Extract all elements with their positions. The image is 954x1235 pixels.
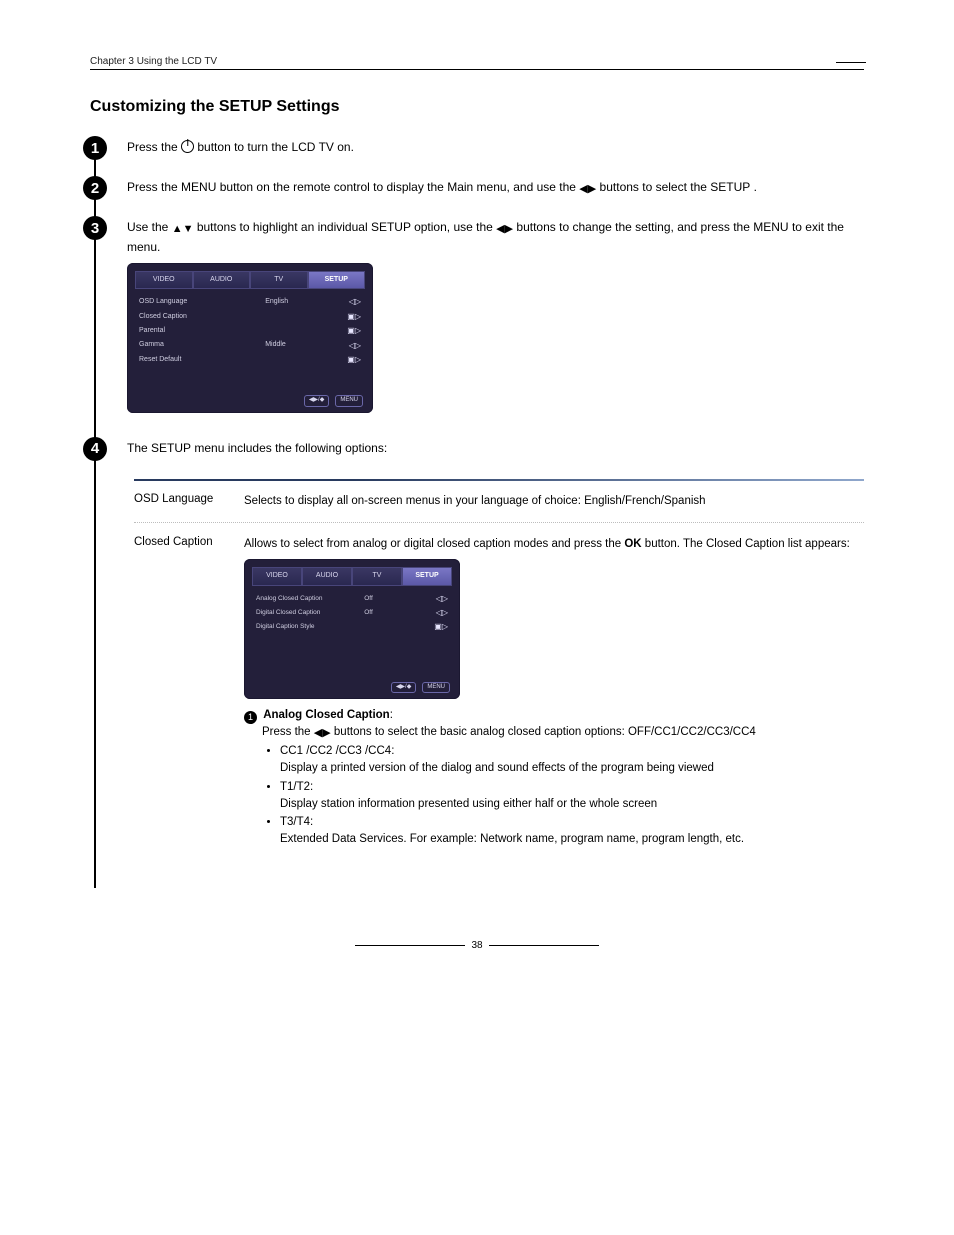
osd-closed-caption-menu: VIDEO AUDIO TV SETUP Analog Closed Capti… xyxy=(244,559,460,699)
osd-row-label: Closed Caption xyxy=(139,312,250,323)
osd-tab-setup: SETUP xyxy=(308,271,366,290)
left-right-arrows-icon: ◀▶ xyxy=(314,727,331,739)
option-name: OSD Language xyxy=(134,493,244,505)
menu-label: MENU xyxy=(181,180,216,194)
osd-row-label: Digital Closed Caption xyxy=(256,608,352,618)
left-right-arrows-icon: ◀▶ xyxy=(496,223,513,235)
osd-footer-menu: MENU xyxy=(335,395,363,406)
enter-icon: ▣▷ xyxy=(347,311,361,323)
osd-footer-menu: MENU xyxy=(422,682,450,693)
step3-text-c: buttons to change the setting, and press… xyxy=(516,220,753,234)
step2-text-d: . xyxy=(754,180,757,194)
setup-label: SETUP xyxy=(710,180,750,194)
option-description: Allows to select from analog or digital … xyxy=(244,536,864,850)
menu-label: MENU xyxy=(753,220,788,234)
sub-step-icon: 1 xyxy=(244,711,257,724)
divider xyxy=(134,522,864,524)
cc-mode-label: T1/T2: xyxy=(280,781,313,793)
step2-text-b: button on the remote control to display … xyxy=(220,180,580,194)
osd-footer-nav: ◀▶/◆ xyxy=(304,395,330,406)
page-title: Customizing the SETUP Settings xyxy=(90,98,864,116)
arrows-icon: ◁▷ xyxy=(434,607,448,619)
step-number-icon: 2 xyxy=(83,176,107,200)
arrows-icon: ◁▷ xyxy=(434,593,448,605)
step-number-icon: 1 xyxy=(83,136,107,160)
step2-text-a: Press the xyxy=(127,180,181,194)
step4-text-b: menu includes the following options: xyxy=(194,441,387,455)
up-down-arrows-icon: ▲▼ xyxy=(172,223,194,235)
list-item: T1/T2: Display station information prese… xyxy=(280,779,864,812)
osd-row-label: Digital Caption Style xyxy=(256,622,352,632)
ok-label: OK xyxy=(624,538,641,550)
osd-tab-audio: AUDIO xyxy=(193,271,251,290)
left-right-arrows-icon: ◀▶ xyxy=(579,183,596,195)
enter-icon: ▣▷ xyxy=(434,621,448,633)
step2-text-c: buttons to select the xyxy=(600,180,711,194)
option-name: Closed Caption xyxy=(134,536,244,548)
option-description: Selects to display all on-screen menus i… xyxy=(244,493,864,510)
analog-cc-title: Analog Closed Caption xyxy=(263,709,390,721)
osd-tab-setup: SETUP xyxy=(402,567,452,586)
osd-setup-menu: VIDEO AUDIO TV SETUP OSD Language English… xyxy=(127,263,373,413)
arrows-icon: ◁▷ xyxy=(347,340,361,352)
step1-text-b: button to turn the LCD TV on. xyxy=(197,140,354,154)
table-row: OSD Language Selects to display all on-s… xyxy=(134,489,864,522)
step-number-icon: 3 xyxy=(83,216,107,240)
osd-row-label: Reset Default xyxy=(139,355,250,366)
table-row: Closed Caption Allows to select from ana… xyxy=(134,532,864,862)
step-4: 4 The SETUP menu includes the following … xyxy=(96,439,864,461)
step3-text-a: Use the xyxy=(127,220,172,234)
cc-mode-desc: Display a printed version of the dialog … xyxy=(280,762,714,774)
cc-mode-desc: Display station information presented us… xyxy=(280,798,657,810)
setup-label: SETUP xyxy=(151,441,191,455)
content-area: 1 Press the button to turn the LCD TV on… xyxy=(94,138,864,888)
list-item: CC1 /CC2 /CC3 /CC4: Display a printed ve… xyxy=(280,743,864,776)
osd-row-value: Off xyxy=(364,594,422,604)
options-table: OSD Language Selects to display all on-s… xyxy=(134,479,864,862)
osd-row-label: Gamma xyxy=(139,340,250,351)
acc-text-b: buttons to select the basic analog close… xyxy=(334,726,756,738)
power-icon xyxy=(181,140,194,153)
enter-icon: ▣▷ xyxy=(347,354,361,366)
osd-row-value: English xyxy=(265,297,332,308)
osd-row-label: OSD Language xyxy=(139,297,250,308)
cc-mode-desc: Extended Data Services. For example: Net… xyxy=(280,833,744,845)
osd-row-value: Middle xyxy=(265,340,332,351)
step-number-icon: 4 xyxy=(83,437,107,461)
list-item: T3/T4: Extended Data Services. For examp… xyxy=(280,814,864,847)
osd-row-label: Parental xyxy=(139,326,250,337)
step-2: 2 Press the MENU button on the remote co… xyxy=(96,178,864,200)
cc-mode-label: CC1 /CC2 /CC3 /CC4: xyxy=(280,745,394,757)
osd-tab-tv: TV xyxy=(250,271,308,290)
step-3: 3 Use the ▲▼ buttons to highlight an ind… xyxy=(96,218,864,421)
osd-row-label: Analog Closed Caption xyxy=(256,594,352,604)
osd-footer-nav: ◀▶/◆ xyxy=(391,682,417,693)
step-1: 1 Press the button to turn the LCD TV on… xyxy=(96,138,864,160)
step1-text-a: Press the xyxy=(127,140,181,154)
step3-text-b: buttons to highlight an individual SETUP… xyxy=(197,220,496,234)
cc-intro-b: button. The Closed Caption list appears: xyxy=(645,538,850,550)
osd-tab-audio: AUDIO xyxy=(302,567,352,586)
step4-text-a: The xyxy=(127,441,151,455)
cc-intro-a: Allows to select from analog or digital … xyxy=(244,538,624,550)
osd-tab-video: VIDEO xyxy=(135,271,193,290)
chapter-header: Chapter 3 Using the LCD TV xyxy=(90,56,864,70)
arrows-icon: ◁▷ xyxy=(347,296,361,308)
enter-icon: ▣▷ xyxy=(347,325,361,337)
cc-mode-label: T3/T4: xyxy=(280,816,313,828)
acc-text-a: Press the xyxy=(262,726,314,738)
osd-tab-tv: TV xyxy=(352,567,402,586)
divider xyxy=(134,479,864,481)
osd-row-value: Off xyxy=(364,608,422,618)
page-number: 38 xyxy=(0,940,954,951)
osd-tab-video: VIDEO xyxy=(252,567,302,586)
